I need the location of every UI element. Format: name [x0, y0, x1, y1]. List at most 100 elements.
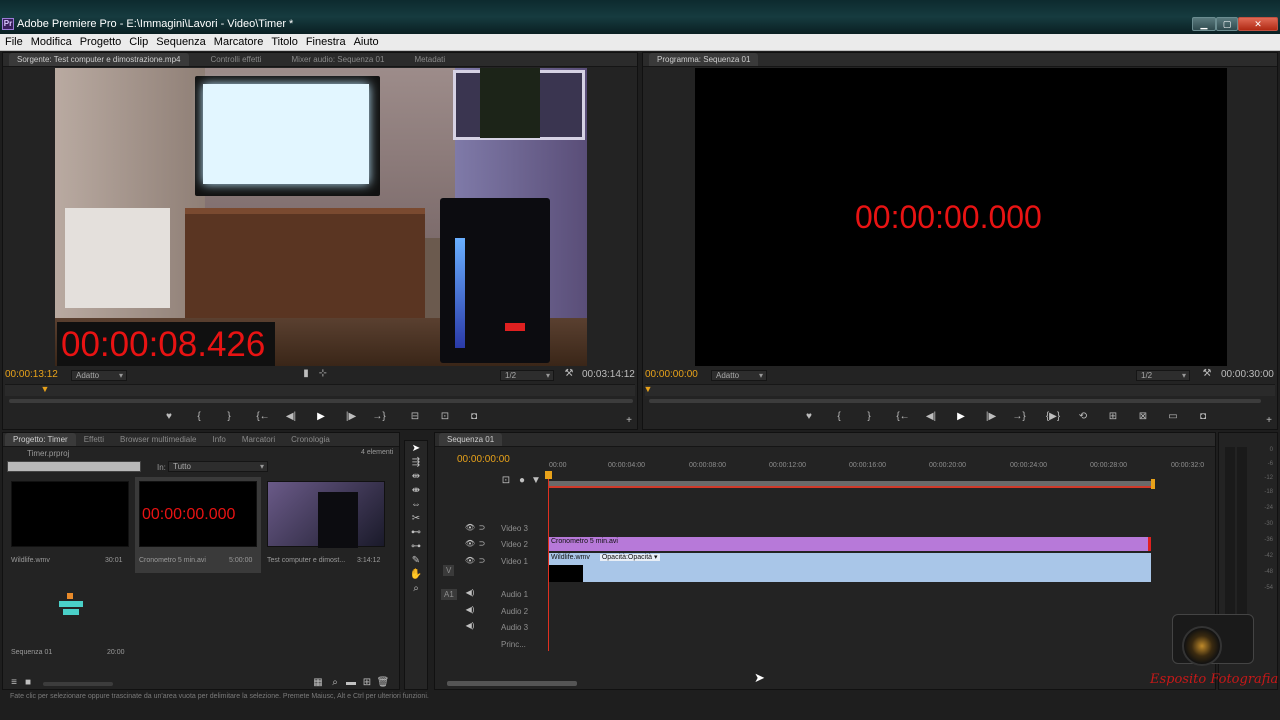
zoom-tool-icon[interactable]: ⌕ [409, 583, 423, 595]
program-add-marker-icon[interactable]: ♥ [799, 410, 819, 424]
close-button[interactable]: ✕ [1238, 17, 1278, 31]
mark-in-icon[interactable]: { [189, 410, 209, 424]
tab-info[interactable]: Info [204, 433, 233, 446]
maximize-button[interactable]: ▢ [1216, 17, 1238, 31]
new-bin-icon[interactable]: ▬ [344, 677, 358, 689]
tab-metadata[interactable]: Metadati [406, 53, 453, 66]
safe-margins-icon[interactable]: ▭ [1163, 410, 1183, 424]
program-zoom-scrollbar[interactable] [649, 399, 1261, 403]
in-filter-dropdown[interactable]: Tutto [168, 461, 268, 472]
menu-marcatore[interactable]: Marcatore [210, 34, 268, 51]
slip-tool-icon[interactable]: ⊷ [409, 527, 423, 539]
program-go-to-in-icon[interactable]: {← [893, 410, 913, 424]
track-select-tool-icon[interactable]: ⇶ [409, 457, 423, 469]
timeline-horizontal-scrollbar[interactable] [447, 681, 577, 686]
program-resolution-dropdown[interactable]: 1/2 [1136, 370, 1190, 381]
playhead-handle[interactable] [545, 471, 552, 479]
program-play-button[interactable]: ▶ [951, 410, 971, 424]
pen-tool-icon[interactable]: ✎ [409, 555, 423, 567]
overwrite-icon[interactable]: ⊡ [435, 410, 455, 424]
automate-to-sequence-icon[interactable]: ▦ [311, 677, 325, 689]
menu-finestra[interactable]: Finestra [302, 34, 350, 51]
program-mark-out-icon[interactable]: } [859, 410, 879, 424]
menu-modifica[interactable]: Modifica [27, 34, 76, 51]
drag-audio-icon[interactable]: ⊹ [313, 367, 333, 381]
icon-view-icon[interactable]: ■ [21, 677, 35, 689]
go-to-out-icon[interactable]: →} [369, 410, 389, 424]
thumbnail-zoom-slider[interactable] [43, 682, 113, 686]
speaker-icon[interactable]: ◀) [463, 587, 477, 599]
ripple-edit-tool-icon[interactable]: ⇹ [409, 471, 423, 483]
step-back-icon[interactable]: ◀| [281, 410, 301, 424]
slide-tool-icon[interactable]: ⊶ [409, 541, 423, 553]
sequence-icon[interactable] [59, 593, 83, 621]
menu-sequenza[interactable]: Sequenza [152, 34, 210, 51]
hand-tool-icon[interactable]: ✋ [409, 569, 423, 581]
source-resolution-dropdown[interactable]: 1/2 [500, 370, 554, 381]
program-mark-in-icon[interactable]: { [829, 410, 849, 424]
thumb-test-computer[interactable] [267, 481, 385, 548]
work-area-end-handle[interactable] [1151, 479, 1155, 489]
program-settings-wrench-icon[interactable]: ⚒ [1197, 367, 1217, 381]
delete-icon[interactable]: 🗑 [376, 677, 390, 689]
tab-markers[interactable]: Marcatori [234, 433, 283, 446]
clip-cronometro[interactable]: Cronometro 5 min.avi [549, 537, 1151, 551]
mark-out-icon[interactable]: } [219, 410, 239, 424]
source-add-button[interactable]: + [619, 414, 639, 428]
clip-wildlife[interactable]: Wildlife.wmv Opacità:Opacità ▾ [549, 553, 1151, 582]
tab-program[interactable]: Programma: Sequenza 01 [649, 53, 759, 66]
program-go-to-out-icon[interactable]: →} [1009, 410, 1029, 424]
track-lock-icon[interactable]: ⊃ [475, 538, 489, 550]
extract-icon[interactable]: ⊠ [1133, 410, 1153, 424]
insert-icon[interactable]: ⊟ [405, 410, 425, 424]
track-lock-icon[interactable]: ⊃ [475, 522, 489, 534]
program-fit-dropdown[interactable]: Adatto [711, 370, 767, 381]
source-current-time[interactable]: 00:00:13:12 [5, 369, 58, 380]
source-playhead-icon[interactable]: ▼ [40, 384, 50, 394]
step-forward-icon[interactable]: |▶ [341, 410, 361, 424]
source-play-button[interactable]: ▶ [311, 410, 331, 424]
list-view-icon[interactable]: ≡ [7, 677, 21, 689]
source-zoom-scrollbar[interactable] [9, 399, 633, 403]
project-search-input[interactable] [7, 461, 141, 472]
source-time-ruler[interactable] [5, 384, 635, 396]
video-source-tag[interactable]: V [443, 565, 455, 576]
source-video-frame[interactable]: 00:00:08.426 [55, 68, 587, 366]
tab-project[interactable]: Progetto: Timer [5, 433, 76, 446]
menu-file[interactable]: File [0, 34, 27, 51]
loop-icon[interactable]: ⟲ [1073, 410, 1093, 424]
work-area-bar[interactable] [549, 481, 1153, 488]
source-settings-wrench-icon[interactable]: ⚒ [559, 367, 579, 381]
program-playhead-icon[interactable]: ▼ [643, 384, 653, 394]
program-video-frame[interactable]: 00:00:00.000 [695, 68, 1227, 366]
audio-source-tag[interactable]: A1 [441, 589, 457, 600]
tab-effect-controls[interactable]: Controlli effetti [203, 53, 270, 66]
timeline-marker-icon[interactable]: ▼ [529, 475, 543, 487]
selection-tool-icon[interactable]: ➤ [409, 443, 423, 455]
program-current-time[interactable]: 00:00:00:00 [645, 369, 698, 380]
tab-history[interactable]: Cronologia [283, 433, 338, 446]
tab-source[interactable]: Sorgente: Test computer e dimostrazione.… [9, 53, 189, 66]
menu-aiuto[interactable]: Aiuto [350, 34, 383, 51]
set-marker-icon[interactable]: ● [515, 475, 529, 487]
rolling-edit-tool-icon[interactable]: ⇼ [409, 485, 423, 497]
menu-clip[interactable]: Clip [125, 34, 152, 51]
source-fit-dropdown[interactable]: Adatto [71, 370, 127, 381]
lift-icon[interactable]: ⊞ [1103, 410, 1123, 424]
rate-stretch-tool-icon[interactable]: ⇔ [409, 499, 423, 511]
new-item-icon[interactable]: ⊞ [360, 677, 374, 689]
find-icon[interactable]: ⌕ [328, 677, 342, 689]
thumb-wildlife[interactable] [11, 481, 129, 547]
program-time-ruler[interactable] [645, 384, 1275, 396]
program-step-forward-icon[interactable]: |▶ [981, 410, 1001, 424]
snap-icon[interactable]: ⊡ [499, 475, 513, 487]
export-frame-icon[interactable]: ◘ [464, 410, 484, 424]
speaker-icon[interactable]: ◀) [463, 620, 477, 632]
minimize-button[interactable]: ▁ [1192, 17, 1216, 31]
menu-progetto[interactable]: Progetto [76, 34, 126, 51]
play-in-to-out-icon[interactable]: {▶} [1043, 410, 1063, 424]
menu-titolo[interactable]: Titolo [267, 34, 302, 51]
program-step-back-icon[interactable]: ◀| [921, 410, 941, 424]
tab-audio-mixer[interactable]: Mixer audio: Sequenza 01 [284, 53, 393, 66]
program-add-button[interactable]: + [1259, 414, 1279, 428]
